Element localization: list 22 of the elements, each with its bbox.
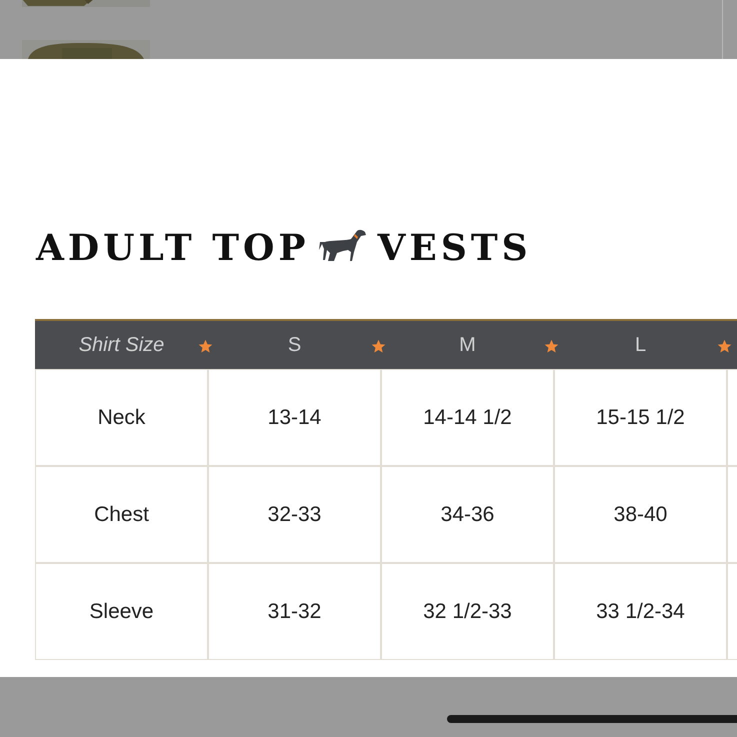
table-cell: 33 1/2-34: [554, 563, 727, 660]
star-icon: [717, 339, 732, 354]
table-cell: 31-32: [208, 563, 381, 660]
table-cell: 34-36: [381, 466, 554, 563]
table-cell: 15-15 1/2: [554, 369, 727, 466]
column-header: Shirt Size: [78, 334, 164, 356]
table-cell: 14-14 1/2: [381, 369, 554, 466]
table-cell: 38-40: [554, 466, 727, 563]
table-cell: Sleeve: [35, 563, 208, 660]
table-cell: 32-33: [208, 466, 381, 563]
column-header: M: [459, 334, 476, 356]
column-header: L: [634, 334, 646, 356]
star-icon: [544, 339, 559, 354]
column-header: S: [288, 334, 302, 356]
star-icon: [371, 339, 386, 354]
star-icon: [198, 339, 213, 354]
table-cell: Chest: [35, 466, 208, 563]
table-cell: 32 1/2-33: [381, 563, 554, 660]
title: VESTS: [377, 227, 532, 269]
table-cell: Neck: [35, 369, 208, 466]
table-cell: 13-14: [208, 369, 381, 466]
title: ADULT TOP: [36, 227, 310, 269]
